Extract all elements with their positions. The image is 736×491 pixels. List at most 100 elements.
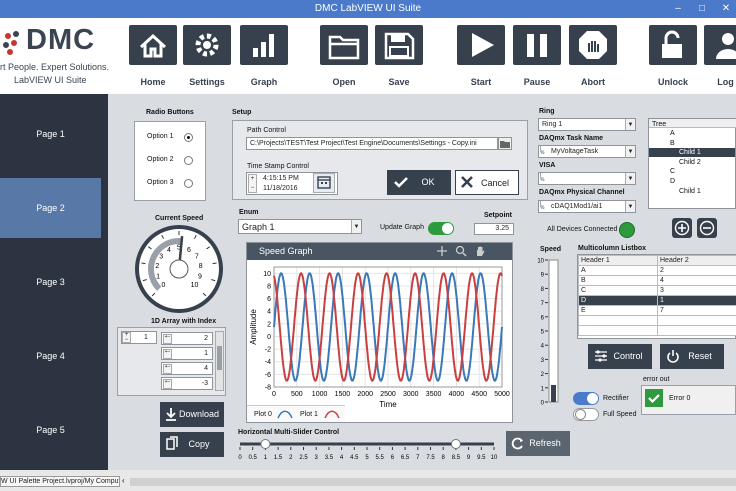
array-element-stepper[interactable]: +− bbox=[163, 334, 172, 344]
maximize-button[interactable]: □ bbox=[690, 0, 714, 18]
download-button[interactable]: Download bbox=[160, 402, 224, 427]
pan-hand-icon[interactable] bbox=[474, 245, 486, 257]
array-element[interactable]: +− 4 bbox=[161, 362, 213, 375]
zoom-icon[interactable] bbox=[455, 245, 467, 257]
legend-plot-1: Plot 1 bbox=[300, 411, 318, 418]
refresh-button[interactable]: Refresh bbox=[506, 431, 570, 456]
tree-item[interactable]: Child 2 bbox=[649, 158, 735, 167]
x-icon bbox=[459, 171, 475, 204]
array-scrollbar[interactable] bbox=[215, 331, 224, 391]
slider-thumb-2[interactable] bbox=[450, 439, 461, 449]
add-button[interactable] bbox=[672, 218, 692, 238]
path-input[interactable]: C:\Projects\TEST\Test Project\Test Engin… bbox=[246, 137, 498, 150]
daqmx-channel-select[interactable]: cDAQ1Mod1/ai1 ▼ bbox=[538, 200, 636, 213]
array-element[interactable]: +− -3 bbox=[161, 377, 213, 390]
visa-label: VISA bbox=[539, 162, 556, 169]
minimize-button[interactable]: – bbox=[666, 0, 690, 18]
horizontal-scrollbar[interactable] bbox=[130, 478, 736, 486]
open-button[interactable] bbox=[320, 25, 368, 65]
user-icon bbox=[716, 33, 736, 59]
calendar-icon[interactable] bbox=[313, 173, 335, 193]
nav-page-2[interactable]: Page 2 bbox=[0, 178, 101, 238]
array-index-stepper[interactable]: + − bbox=[122, 332, 131, 343]
multicolumn-listbox[interactable]: Header 1 Header 2A2B4C3D1E7 bbox=[577, 254, 736, 339]
scroll-left-icon[interactable]: ‹ bbox=[122, 476, 125, 485]
nav-page-1[interactable]: Page 1 bbox=[0, 104, 101, 164]
setpoint-input[interactable]: 3.25 bbox=[474, 223, 514, 235]
listbox-row[interactable]: B4 bbox=[578, 275, 736, 286]
control-button[interactable]: Control bbox=[588, 344, 652, 369]
unlock-button[interactable] bbox=[649, 25, 697, 65]
abort-button[interactable] bbox=[569, 25, 617, 65]
home-button[interactable] bbox=[129, 25, 177, 65]
radio-option-1[interactable] bbox=[184, 133, 193, 142]
speed-tick-label: 1 bbox=[541, 386, 545, 392]
radio-group-label: Radio Buttons bbox=[146, 109, 194, 116]
radio-option-2[interactable] bbox=[184, 156, 193, 165]
tree-item[interactable]: Child 1 bbox=[649, 148, 735, 158]
unlock-icon bbox=[662, 30, 682, 58]
daqmx-task-label: DAQmx Task Name bbox=[539, 135, 604, 142]
save-button[interactable] bbox=[375, 25, 423, 65]
slider-tick-label: 5.5 bbox=[376, 455, 385, 461]
listbox-label: Multicolumn Listbox bbox=[578, 245, 647, 252]
update-graph-toggle[interactable] bbox=[428, 222, 454, 235]
browse-folder-icon[interactable] bbox=[498, 137, 512, 150]
slider-tick-label: 3 bbox=[315, 455, 319, 461]
slider-tick-label: 3.5 bbox=[325, 455, 334, 461]
reset-button[interactable]: Reset bbox=[660, 344, 724, 369]
y-tick-label: 6 bbox=[267, 296, 271, 303]
start-button[interactable] bbox=[457, 25, 505, 65]
close-button[interactable]: ✕ bbox=[714, 0, 736, 18]
enum-select[interactable]: Graph 1 ▼ bbox=[238, 219, 362, 234]
ok-button[interactable]: OK bbox=[387, 170, 451, 195]
gauge-tick-label: 8 bbox=[199, 263, 203, 270]
slider-tick-label: 9 bbox=[467, 455, 471, 461]
nav-page-3[interactable]: Page 3 bbox=[0, 252, 101, 312]
array-element-stepper[interactable]: +− bbox=[163, 364, 172, 374]
play-icon bbox=[472, 33, 494, 57]
array-element-stepper[interactable]: +− bbox=[163, 349, 172, 359]
tree-item[interactable]: Child 1 bbox=[649, 187, 735, 196]
setpoint-label: Setpoint bbox=[484, 212, 512, 219]
visa-select[interactable]: ▼ bbox=[538, 172, 636, 185]
listbox-row[interactable]: D1 bbox=[578, 295, 736, 306]
tree-item[interactable]: B bbox=[649, 139, 735, 148]
full-speed-toggle[interactable] bbox=[573, 408, 599, 421]
array-element[interactable]: +− 1 bbox=[161, 347, 213, 360]
slider-thumb-1[interactable] bbox=[260, 439, 271, 449]
listbox-row[interactable]: C3 bbox=[578, 285, 736, 296]
minus-circle-icon bbox=[699, 220, 715, 236]
tree-item[interactable]: D bbox=[649, 177, 735, 186]
copy-button[interactable]: Copy bbox=[160, 432, 224, 457]
nav-page-5[interactable]: Page 5 bbox=[0, 400, 101, 460]
logo-subtitle: LabVIEW UI Suite bbox=[14, 75, 87, 85]
multi-slider[interactable]: 0 0.5 1 1.5 2 2.5 3 3.5 4 4.5 5 5.5 6 6.5 7 7.5 8 8.5 9 9.5… bbox=[238, 437, 502, 465]
log-i-button[interactable] bbox=[704, 25, 736, 65]
radio-option-3-label: Option 3 bbox=[147, 179, 174, 186]
graph-button[interactable] bbox=[240, 25, 288, 65]
speed-tick-label: 3 bbox=[541, 358, 545, 364]
listbox-row[interactable]: E7 bbox=[578, 305, 736, 316]
listbox-row[interactable]: A2 bbox=[578, 265, 736, 276]
gauge-tick-label: 10 bbox=[191, 282, 199, 289]
rectifier-toggle[interactable] bbox=[573, 392, 599, 405]
array-element-stepper[interactable]: +− bbox=[163, 379, 172, 389]
project-tab[interactable]: W UI Palette Project.lvproj/My Computer bbox=[0, 476, 120, 487]
cancel-button[interactable]: Cancel bbox=[455, 170, 519, 195]
crosshair-icon[interactable] bbox=[436, 245, 448, 257]
array-element[interactable]: +− 2 bbox=[161, 332, 213, 345]
settings-button[interactable] bbox=[183, 25, 231, 65]
chevron-down-icon: ▼ bbox=[625, 146, 635, 157]
tree-item[interactable]: C bbox=[649, 167, 735, 176]
pause-button[interactable] bbox=[513, 25, 561, 65]
path-label: Path Control bbox=[247, 127, 286, 134]
timestamp-stepper[interactable]: + − bbox=[248, 174, 257, 193]
ring-select[interactable]: Ring 1 ▼ bbox=[538, 118, 636, 131]
nav-page-4[interactable]: Page 4 bbox=[0, 326, 101, 386]
daqmx-task-select[interactable]: MyVoltageTask ▼ bbox=[538, 145, 636, 158]
remove-button[interactable] bbox=[697, 218, 717, 238]
tree-item[interactable]: A bbox=[649, 129, 735, 138]
ring-value: Ring 1 bbox=[542, 121, 563, 128]
radio-option-3[interactable] bbox=[184, 179, 193, 188]
